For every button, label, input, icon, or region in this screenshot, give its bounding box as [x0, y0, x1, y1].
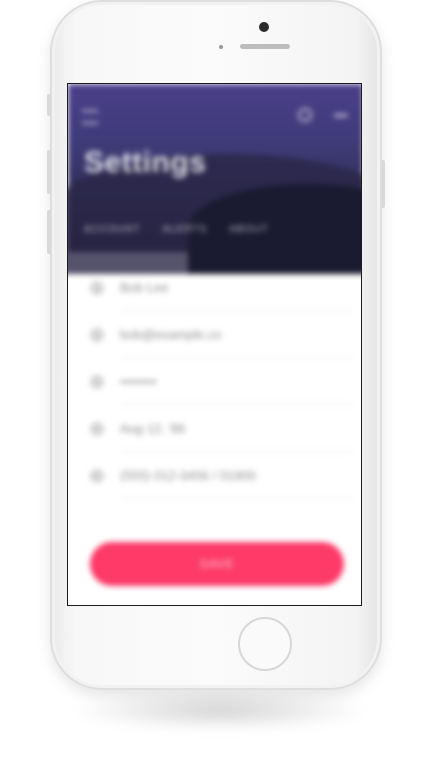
phone-icon [90, 468, 104, 483]
phone-screen: Settings Account Alerts About Bob Lee bo… [67, 83, 362, 606]
earpiece-speaker [240, 44, 290, 49]
front-camera [259, 22, 269, 32]
menu-icon[interactable] [82, 110, 98, 124]
mute-switch [47, 94, 51, 116]
lock-icon [90, 374, 104, 389]
tab-bar: Account Alerts About [84, 224, 269, 235]
stage: Settings Account Alerts About Bob Lee bo… [0, 0, 442, 763]
list-item-name[interactable]: Bob Lee [68, 264, 361, 311]
proximity-sensor [219, 45, 223, 49]
app-content: Settings Account Alerts About Bob Lee bo… [68, 84, 361, 605]
phone-shadow [70, 690, 370, 730]
list-item-email[interactable]: bob@example.co [68, 311, 361, 358]
page-title: Settings [84, 146, 207, 179]
password-field[interactable]: •••••••• [120, 374, 156, 389]
save-button[interactable]: Save [90, 542, 344, 586]
tab-account[interactable]: Account [84, 224, 140, 235]
volume-up-button [47, 150, 51, 194]
list-item-birthday[interactable]: Aug 12, '86 [68, 405, 361, 452]
volume-down-button [47, 210, 51, 254]
home-button[interactable] [238, 617, 292, 671]
search-icon[interactable] [298, 108, 312, 122]
list-item-password[interactable]: •••••••• [68, 358, 361, 405]
divider [120, 498, 353, 499]
birthday-field[interactable]: Aug 12, '86 [120, 421, 185, 436]
settings-list: Bob Lee bob@example.co •••••••• Aug 12, … [68, 264, 361, 499]
settings-header: Settings Account Alerts About [68, 84, 361, 274]
more-icon[interactable] [334, 114, 348, 117]
list-item-phone[interactable]: (555) 012-3456 / 01900 [68, 452, 361, 499]
tab-alerts[interactable]: Alerts [162, 224, 207, 235]
email-field[interactable]: bob@example.co [120, 327, 221, 342]
power-button [381, 160, 385, 208]
user-icon [90, 280, 104, 295]
calendar-icon [90, 421, 104, 436]
tab-about[interactable]: About [229, 224, 268, 235]
mail-icon [90, 327, 104, 342]
phone-field[interactable]: (555) 012-3456 / 01900 [120, 468, 256, 483]
name-field[interactable]: Bob Lee [120, 280, 168, 295]
